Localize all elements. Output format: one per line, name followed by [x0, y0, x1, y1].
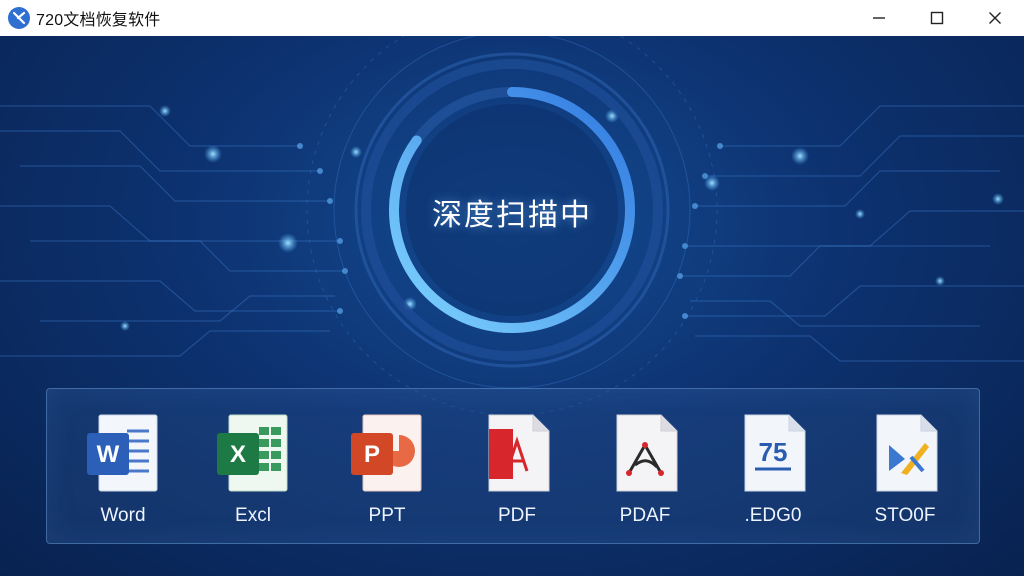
- file-type-label: Word: [100, 505, 146, 526]
- pdf-icon: [488, 414, 550, 492]
- app-window: 720文档恢复软件 深度扫描中 W Word X Excl P PPT PDF …: [0, 0, 1024, 576]
- scan-view: 深度扫描中 W Word X Excl P PPT PDF PDAF 75 .E…: [0, 36, 1024, 576]
- edg-icon: 75: [744, 414, 806, 492]
- file-type-pdaf[interactable]: PDAF: [595, 411, 695, 529]
- scan-status-text: 深度扫描中: [432, 199, 592, 232]
- sto-icon: [876, 414, 938, 492]
- file-type-sto[interactable]: STO0F: [855, 411, 955, 529]
- pdf-acrobat-icon: [616, 414, 678, 492]
- svg-text:W: W: [97, 441, 120, 468]
- file-type-excel[interactable]: X Excl: [203, 411, 303, 529]
- file-type-ppt[interactable]: P PPT: [337, 411, 437, 529]
- app-logo-icon: [8, 7, 30, 29]
- file-type-label: STO0F: [874, 505, 936, 526]
- title-bar: 720文档恢复软件: [0, 0, 1024, 37]
- maximize-icon: [930, 11, 944, 25]
- svg-text:75: 75: [759, 437, 788, 467]
- file-type-word[interactable]: W Word: [73, 411, 173, 529]
- file-type-label: PPT: [368, 505, 406, 526]
- excel-icon: X: [217, 414, 288, 492]
- svg-text:X: X: [230, 441, 246, 468]
- file-type-label: PDAF: [619, 505, 671, 526]
- file-type-pdf[interactable]: PDF: [467, 411, 567, 529]
- file-type-label: Excl: [235, 505, 271, 526]
- maximize-button[interactable]: [908, 0, 966, 36]
- close-icon: [989, 12, 1001, 24]
- window-controls: [850, 0, 1024, 36]
- file-type-label: PDF: [498, 505, 536, 526]
- window-title: 720文档恢复软件: [36, 12, 161, 29]
- close-button[interactable]: [966, 0, 1024, 36]
- minimize-button[interactable]: [850, 0, 908, 36]
- word-icon: W: [87, 414, 158, 492]
- minimize-icon: [873, 17, 885, 19]
- file-type-panel: W Word X Excl P PPT PDF PDAF 75 .EDG0 ST…: [46, 388, 980, 544]
- file-type-edg[interactable]: 75 .EDG0: [723, 411, 823, 529]
- ppt-icon: P: [351, 414, 422, 492]
- file-type-label: .EDG0: [744, 505, 802, 526]
- svg-text:P: P: [364, 441, 380, 468]
